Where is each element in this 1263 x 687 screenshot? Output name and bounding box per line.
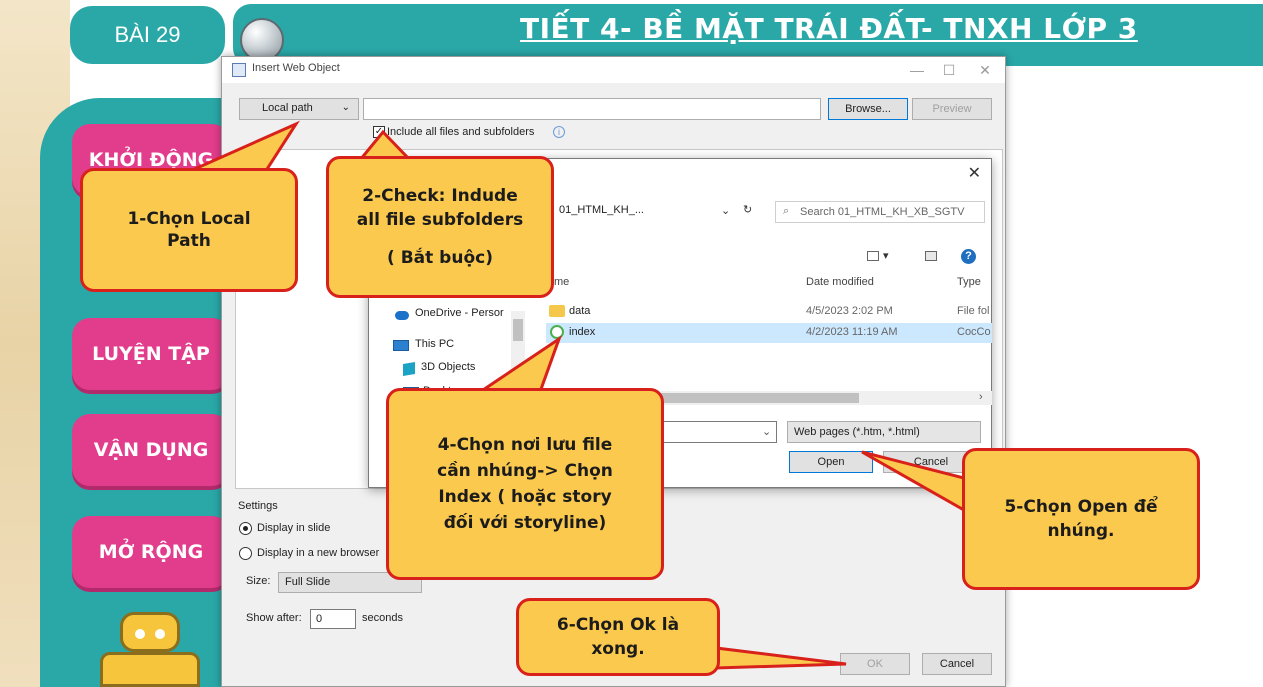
callout-step-2: 2-Check: Indude all file subfolders ( Bắ… [326, 156, 554, 298]
callout-text: ( Bắt buộc) [387, 248, 493, 268]
callout-text: 4-Chọn nơi lưu file [437, 435, 613, 455]
callout-text: Path [167, 231, 211, 251]
callout-6-pointer [714, 646, 847, 670]
callout-text: Index ( hoặc story [438, 487, 612, 507]
callout-text: all file subfolders [356, 210, 524, 230]
callout-text: nhúng. [1047, 521, 1115, 541]
callout-step-4: 4-Chọn nơi lưu file cần nhúng-> Chọn Ind… [386, 388, 664, 580]
callout-text: 1-Chọn Local [127, 209, 251, 229]
callout-text: 5-Chọn Open để [1004, 497, 1158, 517]
callout-step-6: 6-Chọn Ok là xong. [516, 598, 720, 676]
callout-step-5: 5-Chọn Open để nhúng. [962, 448, 1200, 590]
callout-text: xong. [591, 639, 645, 659]
callout-4-pointer [475, 335, 562, 394]
callout-5-pointer [861, 450, 966, 513]
callout-text: cần nhúng-> Chọn [437, 461, 613, 481]
callout-text: 6-Chọn Ok là [556, 615, 680, 635]
callout-text: đối với storyline) [443, 513, 607, 533]
callout-step-1: 1-Chọn Local Path [80, 168, 298, 292]
callout-text: 2-Check: Indude [362, 186, 518, 206]
